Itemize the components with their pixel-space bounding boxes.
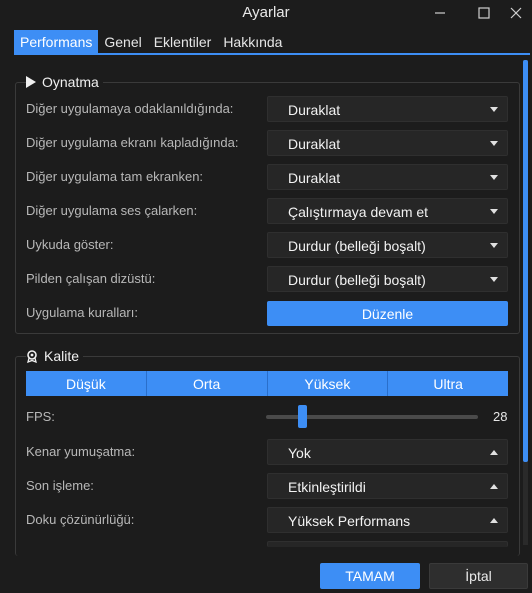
next-setting-select-partial[interactable] xyxy=(267,541,508,547)
postprocess-value: Etkinleştirildi xyxy=(288,479,366,495)
chevron-down-icon xyxy=(490,175,498,180)
edit-rules-button[interactable]: Düzenle xyxy=(267,301,508,326)
focus-other-app-label: Diğer uygulamaya odaklanıldığında: xyxy=(26,101,234,116)
quality-preset-selector: Düşük Orta Yüksek Ultra xyxy=(26,371,508,396)
fps-slider-handle[interactable] xyxy=(298,405,307,428)
chevron-down-icon xyxy=(490,141,498,146)
scrollbar-thumb[interactable] xyxy=(523,60,528,462)
tab-genel[interactable]: Genel xyxy=(98,30,147,54)
minimize-icon xyxy=(435,12,445,14)
chevron-down-icon xyxy=(490,243,498,248)
other-app-audio-value: Çalıştırmaya devam et xyxy=(288,204,429,220)
texture-resolution-select[interactable]: Yüksek Performans xyxy=(267,507,508,533)
playback-group-header: Oynatma xyxy=(26,73,103,91)
playback-group-title: Oynatma xyxy=(42,74,99,90)
app-rules-label: Uygulama kuralları: xyxy=(26,305,138,320)
other-app-covers-label: Diğer uygulama ekranı kapladığında: xyxy=(26,135,239,150)
chevron-down-icon xyxy=(490,277,498,282)
focus-other-app-select[interactable]: Duraklat xyxy=(267,96,508,122)
chevron-up-icon xyxy=(490,484,498,489)
show-while-sleeping-label: Uykuda göster: xyxy=(26,237,114,252)
texture-resolution-value: Yüksek Performans xyxy=(288,513,411,529)
postprocess-select[interactable]: Etkinleştirildi xyxy=(267,473,508,499)
quality-group-title: Kalite xyxy=(44,348,80,364)
postprocess-label: Son işleme: xyxy=(26,478,94,493)
chevron-down-icon xyxy=(490,209,498,214)
show-while-sleeping-value: Durdur (belleği boşalt) xyxy=(288,238,426,254)
chevron-up-icon xyxy=(490,518,498,523)
tab-hakkinda[interactable]: Hakkında xyxy=(217,30,288,54)
quality-group-header: Kalite xyxy=(26,347,84,365)
laptop-on-battery-value: Durdur (belleği boşalt) xyxy=(288,272,426,288)
antialias-value: Yok xyxy=(288,445,311,461)
minimize-button[interactable] xyxy=(420,0,460,26)
show-while-sleeping-select[interactable]: Durdur (belleği boşalt) xyxy=(267,232,508,258)
badge-icon xyxy=(26,349,38,363)
antialias-label: Kenar yumuşatma: xyxy=(26,444,136,459)
other-app-covers-value: Duraklat xyxy=(288,136,341,152)
preset-ultra-button[interactable]: Ultra xyxy=(388,371,508,396)
antialias-select[interactable]: Yok xyxy=(267,439,508,465)
other-app-fullscreen-select[interactable]: Duraklat xyxy=(267,164,508,190)
preset-high-button[interactable]: Yüksek xyxy=(267,371,389,396)
laptop-on-battery-select[interactable]: Durdur (belleği boşalt) xyxy=(267,266,508,292)
other-app-audio-label: Diğer uygulama ses çalarken: xyxy=(26,203,198,218)
other-app-fullscreen-label: Diğer uygulama tam ekranken: xyxy=(26,169,204,184)
fps-label: FPS: xyxy=(26,409,55,424)
tab-bar: Performans Genel Eklentiler Hakkında xyxy=(14,30,288,54)
focus-other-app-value: Duraklat xyxy=(288,102,341,118)
tab-performans[interactable]: Performans xyxy=(14,30,99,54)
laptop-on-battery-label: Pilden çalışan dizüstü: xyxy=(26,271,156,286)
fps-value: 28 xyxy=(493,409,508,424)
tab-eklentiler[interactable]: Eklentiler xyxy=(148,30,218,54)
close-button[interactable] xyxy=(496,0,532,26)
other-app-audio-select[interactable]: Çalıştırmaya devam et xyxy=(267,198,508,224)
maximize-icon xyxy=(478,7,490,19)
play-icon xyxy=(26,76,36,88)
other-app-fullscreen-value: Duraklat xyxy=(288,170,341,186)
chevron-down-icon xyxy=(490,107,498,112)
cancel-button[interactable]: İptal xyxy=(429,563,528,589)
ok-button[interactable]: TAMAM xyxy=(320,563,420,589)
tab-underline xyxy=(14,53,530,55)
close-icon xyxy=(510,7,522,19)
chevron-up-icon xyxy=(490,450,498,455)
preset-low-button[interactable]: Düşük xyxy=(26,371,147,396)
texture-resolution-label: Doku çözünürlüğü: xyxy=(26,512,135,527)
title-bar: Ayarlar xyxy=(0,0,532,28)
preset-medium-button[interactable]: Orta xyxy=(146,371,268,396)
other-app-covers-select[interactable]: Duraklat xyxy=(267,130,508,156)
